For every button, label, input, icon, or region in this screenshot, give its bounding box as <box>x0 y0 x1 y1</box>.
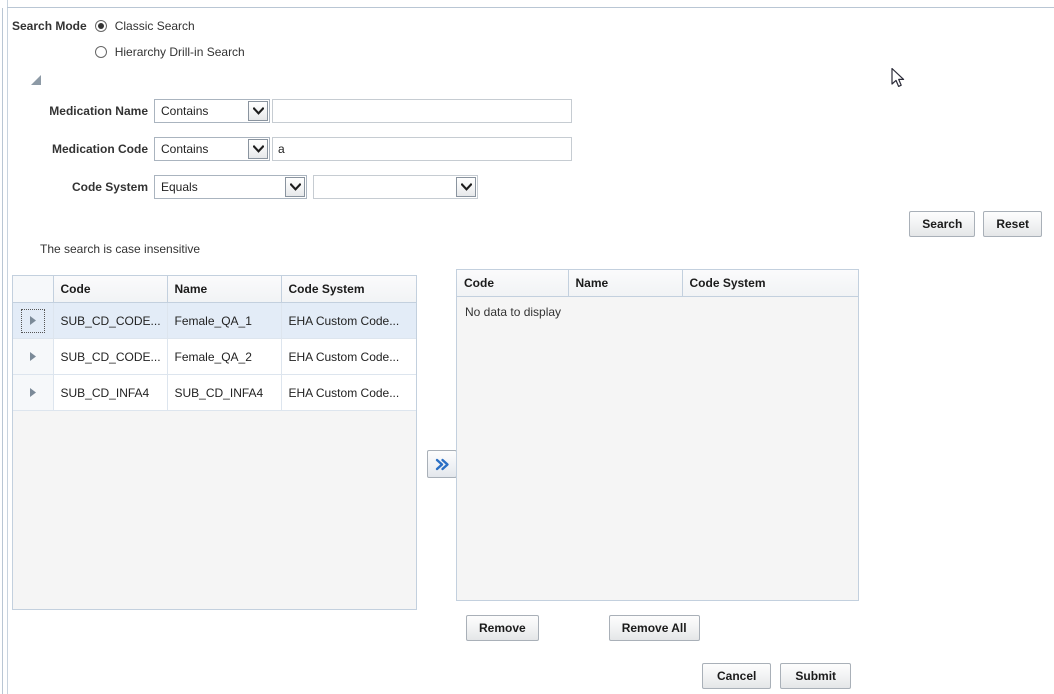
table-row[interactable]: SUB_CD_CODE... Female_QA_1 EHA Custom Co… <box>13 302 416 339</box>
remove-button[interactable]: Remove <box>466 615 539 641</box>
code-system-operator-select[interactable]: Equals <box>154 175 307 199</box>
chevron-down-icon[interactable] <box>456 177 476 197</box>
row-handle-cell[interactable] <box>13 302 54 339</box>
move-selected-to-right-button[interactable] <box>427 450 457 478</box>
selected-col-code-system[interactable]: Code System <box>682 270 858 297</box>
selected-col-code[interactable]: Code <box>457 270 569 297</box>
row-name: Female_QA_2 <box>167 338 282 375</box>
row-code-system: EHA Custom Code... <box>281 338 416 375</box>
search-results-header-row: Code Name Code System <box>13 276 416 303</box>
search-results-col-code[interactable]: Code <box>53 276 168 303</box>
search-actions: Search Reset <box>909 211 1042 237</box>
radio-option-hierarchy-drill-in-search[interactable]: Hierarchy Drill-in Search <box>94 44 245 60</box>
row-handle-cell[interactable] <box>13 338 54 375</box>
medication-name-operator-value: Contains <box>161 104 209 118</box>
dialog-footer-actions: Cancel Submit <box>702 663 852 689</box>
search-mode-radio-group: Classic Search Hierarchy Drill-in Search <box>94 18 245 60</box>
medication-code-input[interactable]: a <box>272 137 572 161</box>
cancel-button[interactable]: Cancel <box>702 663 772 689</box>
search-results-col-code-system[interactable]: Code System <box>281 276 416 303</box>
page-frame: Search Mode Classic Search Hierarchy Dri… <box>0 0 1054 694</box>
table-row[interactable]: SUB_CD_INFA4 SUB_CD_INFA4 EHA Custom Cod… <box>13 374 416 411</box>
medication-name-label: Medication Name <box>49 104 148 118</box>
row-code: SUB_CD_CODE... <box>53 302 168 339</box>
row-name: Female_QA_1 <box>167 302 282 339</box>
row-code-system: EHA Custom Code... <box>281 374 416 411</box>
row-handle-cell[interactable] <box>13 374 54 411</box>
selected-items-actions: Remove Remove All <box>466 615 700 641</box>
row-code: SUB_CD_INFA4 <box>53 374 168 411</box>
table-row[interactable]: SUB_CD_CODE... Female_QA_2 EHA Custom Co… <box>13 338 416 375</box>
search-criteria-form: Medication Name Contains Medication Code… <box>8 98 572 212</box>
page-content: Search Mode Classic Search Hierarchy Dri… <box>8 8 1054 694</box>
case-insensitive-hint: The search is case insensitive <box>40 242 201 256</box>
remove-all-button[interactable]: Remove All <box>608 615 700 641</box>
selected-items-table: Code Name Code System No data to display <box>456 269 859 601</box>
search-results-table: Code Name Code System SUB_CD_CODE... Fem… <box>12 275 417 610</box>
selected-items-grid: Code Name Code System <box>457 270 858 297</box>
code-system-value-select[interactable] <box>313 175 478 199</box>
criteria-row-medication-code: Medication Code Contains a <box>8 136 572 162</box>
chevron-down-icon[interactable] <box>248 139 268 159</box>
row-expand-arrow-icon[interactable] <box>21 345 45 369</box>
double-chevron-right-icon <box>435 458 449 470</box>
page-left-accent-line <box>2 8 3 694</box>
search-button[interactable]: Search <box>909 211 976 237</box>
selected-items-header-wrap: Code Name Code System <box>457 270 858 297</box>
reset-button[interactable]: Reset <box>983 211 1042 237</box>
radio-classic-search-label: Classic Search <box>114 19 195 33</box>
row-code: SUB_CD_CODE... <box>53 338 168 375</box>
search-mode-section: Search Mode Classic Search Hierarchy Dri… <box>12 18 245 60</box>
criteria-row-code-system: Code System Equals <box>8 174 572 200</box>
search-mode-label: Search Mode <box>12 19 87 33</box>
medication-name-operator-select[interactable]: Contains <box>154 99 270 123</box>
code-system-value <box>314 176 456 198</box>
criteria-row-medication-name: Medication Name Contains <box>8 98 572 124</box>
medication-code-operator-select[interactable]: Contains <box>154 137 270 161</box>
code-system-operator-value: Equals <box>161 180 198 194</box>
row-name: SUB_CD_INFA4 <box>167 374 282 411</box>
radio-hierarchy-drill-in-search-label: Hierarchy Drill-in Search <box>114 45 245 59</box>
selected-items-empty-message: No data to display <box>457 297 858 319</box>
radio-hierarchy-drill-in-search-indicator[interactable] <box>94 46 107 58</box>
search-results-grid: Code Name Code System SUB_CD_CODE... Fem… <box>13 276 416 411</box>
selected-col-name[interactable]: Name <box>568 270 683 297</box>
search-results-col-name[interactable]: Name <box>167 276 282 303</box>
row-expand-arrow-icon[interactable] <box>21 381 45 405</box>
medication-name-input[interactable] <box>272 99 572 123</box>
submit-button[interactable]: Submit <box>780 663 852 689</box>
medication-code-operator-value: Contains <box>161 142 209 156</box>
chevron-down-icon[interactable] <box>248 101 268 121</box>
chevron-down-icon[interactable] <box>285 177 305 197</box>
medication-code-label: Medication Code <box>51 142 148 156</box>
search-results-col-handle <box>13 276 54 303</box>
row-expand-arrow-icon[interactable] <box>20 308 45 333</box>
radio-option-classic-search[interactable]: Classic Search <box>94 18 245 34</box>
row-code-system: EHA Custom Code... <box>281 302 416 339</box>
radio-classic-search-indicator[interactable] <box>94 20 107 32</box>
collapse-triangle-icon[interactable] <box>30 74 42 86</box>
selected-items-header-row: Code Name Code System <box>457 270 858 297</box>
code-system-label: Code System <box>71 180 148 194</box>
